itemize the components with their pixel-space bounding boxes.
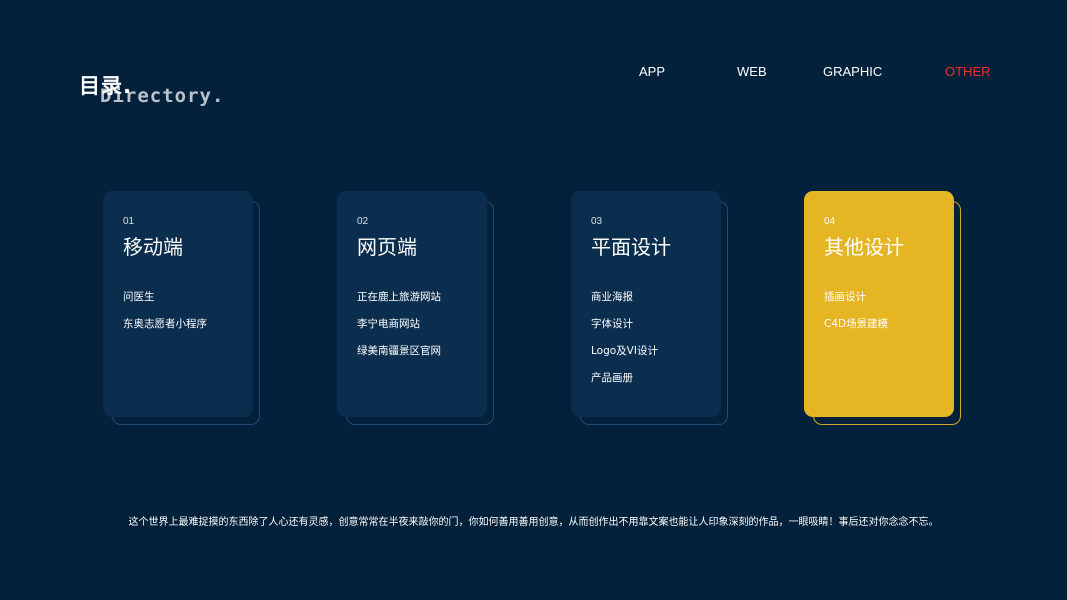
card-title: 移动端 — [123, 235, 183, 259]
category-card-web: 02 网页端 正在鹿上旅游网站 李宁电商网站 绿美南疆景区官网 — [337, 191, 497, 427]
nav-item-web[interactable]: WEB — [737, 64, 767, 79]
card-list-item[interactable]: 字体设计 — [591, 317, 701, 344]
card-list-item[interactable]: 问医生 — [123, 290, 233, 317]
top-nav: APP WEB GRAPHIC OTHER — [0, 64, 1067, 84]
card-body[interactable]: 03 平面设计 商业海报 字体设计 Logo及VI设计 产品画册 — [571, 191, 721, 417]
card-title: 其他设计 — [824, 235, 904, 259]
card-list-item[interactable]: 正在鹿上旅游网站 — [357, 290, 467, 317]
card-list-item[interactable]: C4D场景建模 — [824, 317, 934, 344]
nav-item-graphic[interactable]: GRAPHIC — [823, 64, 882, 79]
card-list-item[interactable]: 插画设计 — [824, 290, 934, 317]
category-card-other: 04 其他设计 插画设计 C4D场景建模 — [804, 191, 964, 427]
card-number: 04 — [824, 216, 836, 227]
card-title: 平面设计 — [591, 235, 671, 259]
card-body[interactable]: 01 移动端 问医生 东奥志愿者小程序 — [103, 191, 253, 417]
card-list-item[interactable]: 产品画册 — [591, 371, 701, 398]
card-list-item[interactable]: 商业海报 — [591, 290, 701, 317]
card-body[interactable]: 02 网页端 正在鹿上旅游网站 李宁电商网站 绿美南疆景区官网 — [337, 191, 487, 417]
nav-item-other[interactable]: OTHER — [945, 64, 991, 79]
card-list-item[interactable]: 李宁电商网站 — [357, 317, 467, 344]
card-list-item[interactable]: 绿美南疆景区官网 — [357, 344, 467, 371]
directory-title: 目录. — [79, 74, 132, 98]
card-list-item[interactable]: Logo及VI设计 — [591, 344, 701, 371]
card-number: 03 — [591, 216, 603, 227]
card-number: 02 — [357, 216, 369, 227]
footer-tagline: 这个世界上最难捉摸的东西除了人心还有灵感，创意常常在半夜来敲你的门，你如何善用善… — [128, 517, 939, 528]
card-title: 网页端 — [357, 235, 417, 259]
card-body-highlighted[interactable]: 04 其他设计 插画设计 C4D场景建模 — [804, 191, 954, 417]
nav-item-app[interactable]: APP — [639, 64, 665, 79]
category-card-mobile: 01 移动端 问医生 东奥志愿者小程序 — [103, 191, 263, 427]
category-card-graphic: 03 平面设计 商业海报 字体设计 Logo及VI设计 产品画册 — [571, 191, 731, 427]
card-number: 01 — [123, 216, 135, 227]
card-list-item[interactable]: 东奥志愿者小程序 — [123, 317, 233, 344]
